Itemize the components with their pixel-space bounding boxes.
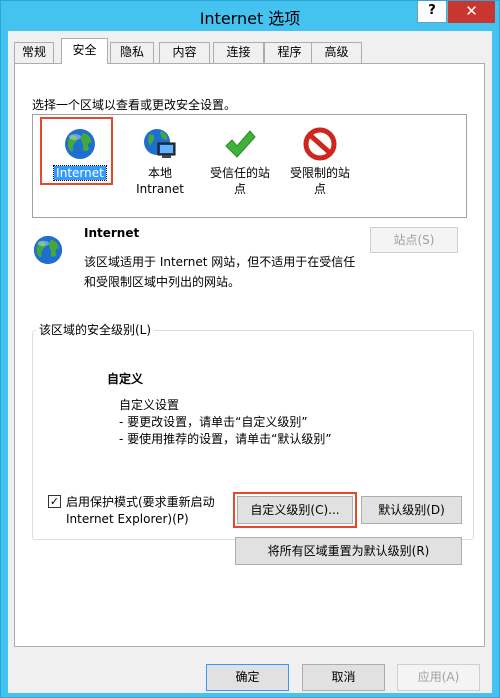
security-tab-panel: 选择一个区域以查看或更改安全设置。 Internet 本地 Intranet 受…	[14, 63, 485, 647]
zone-restricted-sites[interactable]: 受限制的站 点	[280, 115, 360, 197]
zone-label-trusted-line2: 点	[233, 182, 246, 196]
close-button[interactable]: ✕	[448, 1, 495, 23]
cancel-button[interactable]: 取消	[302, 664, 385, 691]
internet-options-window: Internet 选项 ? ✕ 常规 安全 隐私 内容 连接 程序 高级 选择一…	[0, 0, 500, 698]
zone-instruction: 选择一个区域以查看或更改安全设置。	[32, 98, 237, 112]
tab-content[interactable]: 内容	[159, 42, 210, 63]
red-prohibited-icon	[303, 127, 337, 161]
default-level-button[interactable]: 默认级别(D)	[361, 496, 462, 524]
level-desc-line2: - 要更改设置，请单击“自定义级别”	[119, 415, 308, 429]
reset-all-zones-button[interactable]: 将所有区域重置为默认级别(R)	[235, 537, 462, 565]
ok-button[interactable]: 确定	[206, 664, 289, 691]
zone-label-restricted-line1: 受限制的站	[289, 166, 350, 180]
security-level-name: 自定义	[107, 372, 144, 386]
zone-description-line2: 和受限制区域中列出的网站。	[84, 275, 241, 289]
green-check-icon	[225, 130, 256, 158]
zone-title: Internet	[84, 226, 140, 240]
title-bar[interactable]: Internet 选项 ? ✕	[1, 1, 499, 31]
zone-trusted-sites[interactable]: 受信任的站 点	[200, 115, 280, 197]
zone-label-local-line1: 本地	[147, 166, 172, 180]
zone-label-trusted-line1: 受信任的站	[209, 166, 270, 180]
protected-mode-label-line2: Internet Explorer)(P)	[66, 512, 189, 526]
dialog-content: 常规 安全 隐私 内容 连接 程序 高级 选择一个区域以查看或更改安全设置。 I…	[8, 31, 492, 693]
custom-level-highlight	[233, 492, 357, 528]
internet-zone-highlight	[40, 117, 113, 185]
zone-description-line1: 该区域适用于 Internet 网站，但不适用于在受信任	[84, 255, 356, 269]
tab-advanced[interactable]: 高级	[311, 42, 362, 63]
protected-mode-checkbox[interactable]: ✓	[48, 495, 61, 508]
zone-local-intranet[interactable]: 本地 Intranet	[120, 115, 200, 197]
protected-mode-label-line1: 启用保护模式(要求重新启动	[66, 495, 215, 509]
tab-programs[interactable]: 程序	[264, 42, 315, 63]
apply-button[interactable]: 应用(A)	[397, 664, 480, 691]
tab-privacy[interactable]: 隐私	[110, 42, 154, 63]
level-desc-line1: 自定义设置	[119, 398, 180, 412]
tab-security[interactable]: 安全	[61, 38, 108, 64]
tab-connections[interactable]: 连接	[213, 42, 264, 63]
sites-button[interactable]: 站点(S)	[370, 227, 458, 253]
security-level-title: 该区域的安全级别(L)	[36, 321, 155, 338]
tab-general[interactable]: 常规	[14, 42, 54, 63]
zone-label-local-line2: Intranet	[136, 182, 184, 196]
zone-list: Internet 本地 Intranet 受信任的站 点 受限制的站 点	[32, 114, 467, 218]
level-desc-line3: - 要使用推荐的设置，请单击“默认级别”	[119, 432, 332, 446]
globe-icon	[33, 235, 63, 265]
zone-label-restricted-line2: 点	[313, 182, 326, 196]
help-button[interactable]: ?	[417, 1, 447, 23]
globe-computer-icon	[144, 129, 176, 158]
